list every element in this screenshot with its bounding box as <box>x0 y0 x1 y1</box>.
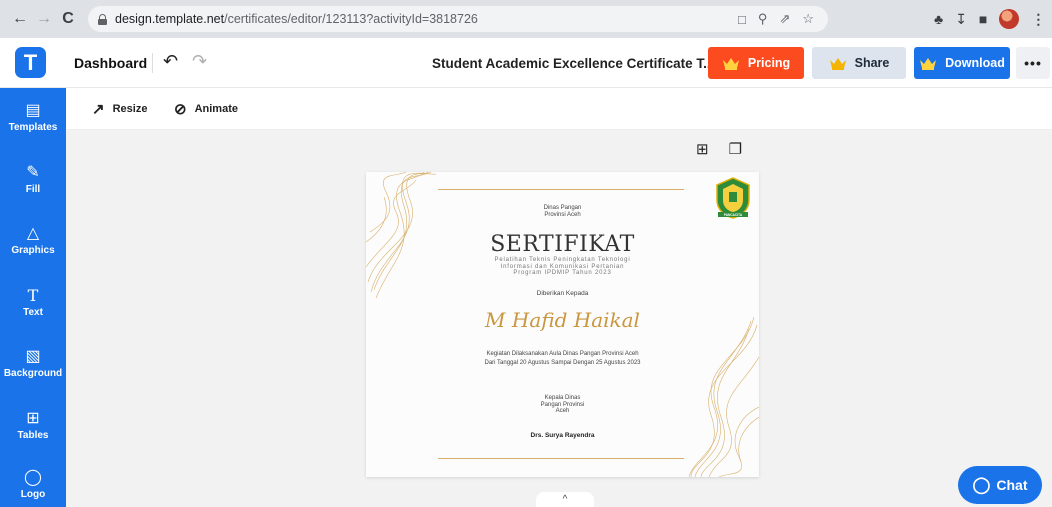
resize-icon: ↗ <box>92 101 105 118</box>
signer-title: Kepala Dinas Pangan Provinsi Aceh <box>366 395 759 415</box>
omnibox-actions: □ ⚲ ⇗ ☆ <box>738 6 814 32</box>
template-logo[interactable]: T <box>15 47 46 78</box>
pricing-button[interactable]: Pricing <box>708 47 804 79</box>
sidebar-item-fill[interactable]: ✎ Fill <box>0 164 66 195</box>
sidebar-item-tables[interactable]: ⊞ Tables <box>0 410 66 441</box>
logo-icon: ◯ <box>24 469 42 486</box>
editor-canvas[interactable]: ⊞ ❐ PANCACITA Dinas Pangan Provinsi Aceh… <box>66 130 1052 507</box>
document-title[interactable]: Student Academic Excellence Certificate … <box>432 56 714 71</box>
page-actions: ⊞ ❐ <box>696 140 742 158</box>
chevron-up-icon: ^ <box>562 494 568 505</box>
top-gold-line <box>438 189 684 190</box>
sidebar-item-label: Tables <box>17 430 49 441</box>
subtitle-line-3: Program IPDMIP Tahun 2023 <box>513 270 612 276</box>
resize-label: Resize <box>112 103 148 115</box>
profile-avatar[interactable] <box>999 9 1020 29</box>
shapes-icon: △ <box>26 225 40 242</box>
templates-icon: ▤ <box>25 102 41 119</box>
redo-icon[interactable]: ↷ <box>192 51 207 72</box>
chat-bubble-icon: ◯ <box>972 477 991 494</box>
tab-search-icon[interactable]: □ <box>738 12 746 27</box>
sidebar-item-templates[interactable]: ▤ Templates <box>0 102 66 133</box>
recipient-name: M Hafid Haikal <box>485 308 640 332</box>
certificate-title: SERTIFIKAT <box>490 232 635 257</box>
duplicate-page-icon[interactable]: ❐ <box>729 140 742 158</box>
pricing-label: Pricing <box>747 56 791 70</box>
sidebar-item-label: Graphics <box>11 245 55 256</box>
collapse-pages-toggle[interactable]: ^ <box>536 492 594 507</box>
forward-icon[interactable]: → <box>34 9 54 29</box>
certificate-page[interactable]: PANCACITA Dinas Pangan Provinsi Aceh SER… <box>366 172 759 477</box>
bookmark-star-icon[interactable]: ☆ <box>802 11 814 27</box>
download-button[interactable]: Download <box>914 47 1010 79</box>
sidebar-item-label: Background <box>3 368 63 379</box>
app-root: ← → C design.template.net/certificates/e… <box>0 0 1052 507</box>
share-label: Share <box>854 56 890 70</box>
animate-icon: ⊘ <box>174 101 187 118</box>
sidebar-item-label: Logo <box>20 489 46 500</box>
background-icon: ▧ <box>25 348 41 365</box>
text-icon: T <box>27 286 39 305</box>
app-header: T Dashboard ↶ ↷ Student Academic Excelle… <box>0 38 1052 88</box>
share-page-icon[interactable]: ⇗ <box>779 11 790 27</box>
downloads-icon[interactable]: ↧ <box>955 11 967 28</box>
crown-icon <box>829 57 846 70</box>
browser-toolbar: ← → C design.template.net/certificates/e… <box>0 0 1052 38</box>
sidebar-item-text[interactable]: T Text <box>0 286 66 319</box>
certificate-description: Kegiatan Dilaksanakan Aula Dinas Pangan … <box>366 350 759 367</box>
browser-menu-icon[interactable]: ⋮ <box>1031 11 1045 28</box>
share-button[interactable]: Share <box>812 47 906 79</box>
chat-button[interactable]: ◯ Chat <box>958 466 1042 504</box>
reload-icon[interactable]: C <box>58 9 78 29</box>
left-sidebar: ▤ Templates ✎ Fill △ Graphics T Text ▧ B… <box>0 88 66 507</box>
zoom-icon[interactable]: ⚲ <box>758 11 768 27</box>
sidebar-item-background[interactable]: ▧ Background <box>0 348 66 379</box>
dashboard-link[interactable]: Dashboard <box>74 55 147 71</box>
given-to-label: Diberikan Kepada <box>536 290 589 297</box>
certificate-org: Dinas Pangan Provinsi Aceh <box>366 205 759 219</box>
animate-button[interactable]: ⊘ Animate <box>174 100 238 118</box>
side-panel-icon[interactable]: ■ <box>979 11 987 27</box>
address-bar[interactable]: design.template.net/certificates/editor/… <box>88 6 828 32</box>
description-line-2: Dari Tanggal 20 Agustus Sampai Dengan 25… <box>484 359 641 366</box>
more-options-button[interactable]: ••• <box>1016 47 1050 79</box>
undo-icon[interactable]: ↶ <box>163 51 178 72</box>
org-line-1: Dinas Pangan <box>543 205 582 211</box>
certificate-subtitle: Pelatihan Teknis Peningkatan Teknologi I… <box>366 257 759 277</box>
extensions-area: ♣ ↧ ■ ⋮ <box>934 0 1045 38</box>
pencil-icon: ✎ <box>26 164 40 181</box>
add-page-icon[interactable]: ⊞ <box>696 140 709 158</box>
sidebar-item-logo[interactable]: ◯ Logo <box>0 469 66 500</box>
back-icon[interactable]: ← <box>10 9 30 29</box>
animate-label: Animate <box>194 103 238 115</box>
sidebar-item-label: Templates <box>8 122 58 133</box>
header-divider <box>152 53 153 73</box>
signer-title-line-3: Aceh <box>555 408 570 414</box>
editor-toolbar: ↗ Resize ⊘ Animate <box>66 88 1052 130</box>
lock-icon <box>98 13 107 25</box>
sidebar-item-label: Fill <box>25 184 41 195</box>
resize-button[interactable]: ↗ Resize <box>92 100 147 118</box>
url-text: design.template.net/certificates/editor/… <box>115 12 478 26</box>
crown-icon <box>722 57 739 70</box>
sidebar-item-graphics[interactable]: △ Graphics <box>0 225 66 256</box>
download-label: Download <box>945 56 1005 70</box>
sidebar-item-label: Text <box>23 307 43 318</box>
description-line-1: Kegiatan Dilaksanakan Aula Dinas Pangan … <box>486 351 639 357</box>
signer-name: Drs. Surya Rayendra <box>530 432 595 439</box>
org-line-2: Provinsi Aceh <box>544 212 581 218</box>
extensions-puzzle-icon[interactable]: ♣ <box>934 11 943 27</box>
chat-label: Chat <box>996 477 1028 493</box>
bottom-gold-line <box>438 458 684 459</box>
table-icon: ⊞ <box>26 410 40 427</box>
crown-icon <box>920 57 937 70</box>
